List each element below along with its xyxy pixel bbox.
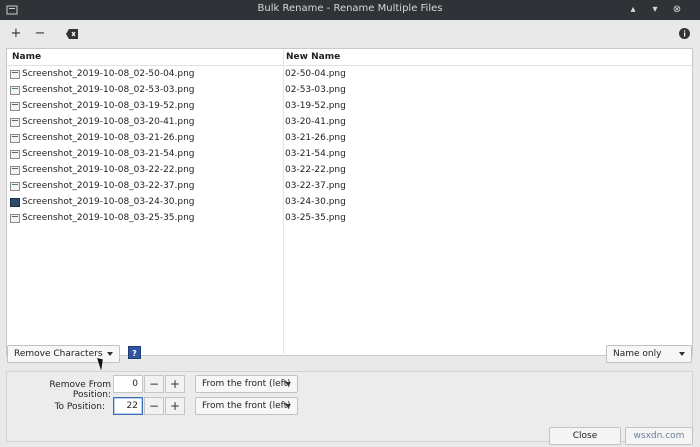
table-row[interactable]: Screenshot_2019-10-08_03-19-52.png 03-19…: [7, 99, 692, 115]
table-row[interactable]: Screenshot_2019-10-08_02-53-03.png 02-53…: [7, 83, 692, 99]
table-row[interactable]: Screenshot_2019-10-08_03-22-37.png 03-22…: [7, 179, 692, 195]
chevron-down-icon: [679, 352, 685, 356]
help-button[interactable]: ?: [128, 346, 141, 359]
new-file-name: 02-53-03.png: [285, 85, 346, 95]
new-file-name: 03-21-26.png: [285, 133, 346, 143]
remove-from-label: Remove From Position:: [49, 380, 111, 400]
file-icon: [10, 182, 20, 191]
title-bar: Bulk Rename - Rename Multiple Files ▴ ▾ …: [0, 0, 700, 20]
file-icon: [10, 86, 20, 95]
file-name: Screenshot_2019-10-08_03-24-30.png: [22, 197, 195, 207]
to-position-increment-button[interactable]: +: [165, 397, 185, 415]
file-name: Screenshot_2019-10-08_03-20-41.png: [22, 117, 195, 127]
rename-files-button[interactable]: wsxdn.com: [625, 427, 693, 445]
file-icon: [10, 118, 20, 127]
new-file-name: 03-24-30.png: [285, 197, 346, 207]
dialog-footer: Close wsxdn.com: [0, 425, 700, 447]
file-icon: [10, 166, 20, 175]
new-file-name: 03-19-52.png: [285, 101, 346, 111]
image-thumbnail-icon: [10, 198, 20, 207]
bulk-rename-dialog: + − Name New Name Screenshot_2019-10-08_…: [0, 20, 700, 447]
name-scope-select[interactable]: Name only: [606, 345, 692, 363]
file-name: Screenshot_2019-10-08_03-19-52.png: [22, 101, 195, 111]
to-position-direction-select[interactable]: From the front (left): [195, 397, 298, 415]
table-row[interactable]: Screenshot_2019-10-08_03-21-26.png 03-21…: [7, 131, 692, 147]
remove-from-direction-value: From the front (left): [202, 379, 291, 389]
remove-from-direction-select[interactable]: From the front (left): [195, 375, 298, 393]
minus-icon: −: [34, 26, 46, 41]
minimize-icon[interactable]: ▾: [648, 3, 662, 17]
file-list-table[interactable]: Name New Name Screenshot_2019-10-08_02-5…: [6, 48, 693, 358]
table-row[interactable]: Screenshot_2019-10-08_03-25-35.png 03-25…: [7, 211, 692, 227]
table-row[interactable]: Screenshot_2019-10-08_03-24-30.png 03-24…: [7, 195, 692, 211]
file-name: Screenshot_2019-10-08_03-25-35.png: [22, 213, 195, 223]
info-icon: [678, 28, 690, 39]
table-header: Name New Name: [7, 49, 692, 66]
remove-from-increment-button[interactable]: +: [165, 375, 185, 393]
table-row[interactable]: Screenshot_2019-10-08_03-22-22.png 03-22…: [7, 163, 692, 179]
add-files-button[interactable]: +: [7, 25, 25, 43]
file-icon: [10, 102, 20, 111]
new-file-name: 03-22-22.png: [285, 165, 346, 175]
file-name: Screenshot_2019-10-08_02-53-03.png: [22, 85, 195, 95]
clear-backspace-icon: [66, 29, 78, 39]
new-file-name: 03-22-37.png: [285, 181, 346, 191]
file-name: Screenshot_2019-10-08_03-21-54.png: [22, 149, 195, 159]
new-file-name: 03-25-35.png: [285, 213, 346, 223]
new-file-name: 03-20-41.png: [285, 117, 346, 127]
to-position-input[interactable]: 22: [113, 397, 143, 415]
to-position-label: To Position:: [54, 402, 105, 412]
to-position-decrement-button[interactable]: −: [144, 397, 164, 415]
close-button[interactable]: Close: [549, 427, 621, 445]
file-icon: [10, 70, 20, 79]
info-button[interactable]: [675, 25, 693, 43]
table-row[interactable]: Screenshot_2019-10-08_03-21-54.png 03-21…: [7, 147, 692, 163]
file-icon: [10, 150, 20, 159]
chevron-down-icon: [285, 404, 291, 408]
chevron-down-icon: [285, 382, 291, 386]
column-header-name[interactable]: Name: [12, 52, 41, 62]
clear-list-button[interactable]: [63, 25, 81, 43]
file-name: Screenshot_2019-10-08_03-22-22.png: [22, 165, 195, 175]
rename-options-row: Remove Characters ? Name only: [0, 343, 700, 371]
new-file-name: 03-21-54.png: [285, 149, 346, 159]
plus-icon: +: [10, 26, 22, 41]
file-name: Screenshot_2019-10-08_03-21-26.png: [22, 133, 195, 143]
remove-from-decrement-button[interactable]: −: [144, 375, 164, 393]
chevron-down-icon: [107, 352, 113, 356]
toolbar: + −: [0, 20, 700, 48]
remove-from-position-input[interactable]: 0: [113, 375, 143, 393]
chevron-up-icon[interactable]: ▴: [626, 3, 640, 17]
new-file-name: 02-50-04.png: [285, 69, 346, 79]
column-header-new-name[interactable]: New Name: [286, 52, 340, 62]
file-icon: [10, 214, 20, 223]
rename-mode-value: Remove Characters: [14, 349, 103, 359]
file-name: Screenshot_2019-10-08_03-22-37.png: [22, 181, 195, 191]
table-row[interactable]: Screenshot_2019-10-08_02-50-04.png 02-50…: [7, 67, 692, 83]
table-row[interactable]: Screenshot_2019-10-08_03-20-41.png 03-20…: [7, 115, 692, 131]
close-window-icon[interactable]: ⊗: [670, 3, 684, 17]
to-position-direction-value: From the front (left): [202, 401, 291, 411]
remove-files-button[interactable]: −: [31, 25, 49, 43]
window-title: Bulk Rename - Rename Multiple Files: [257, 3, 443, 14]
file-name: Screenshot_2019-10-08_02-50-04.png: [22, 69, 195, 79]
name-scope-value: Name only: [613, 349, 662, 359]
file-icon: [10, 134, 20, 143]
